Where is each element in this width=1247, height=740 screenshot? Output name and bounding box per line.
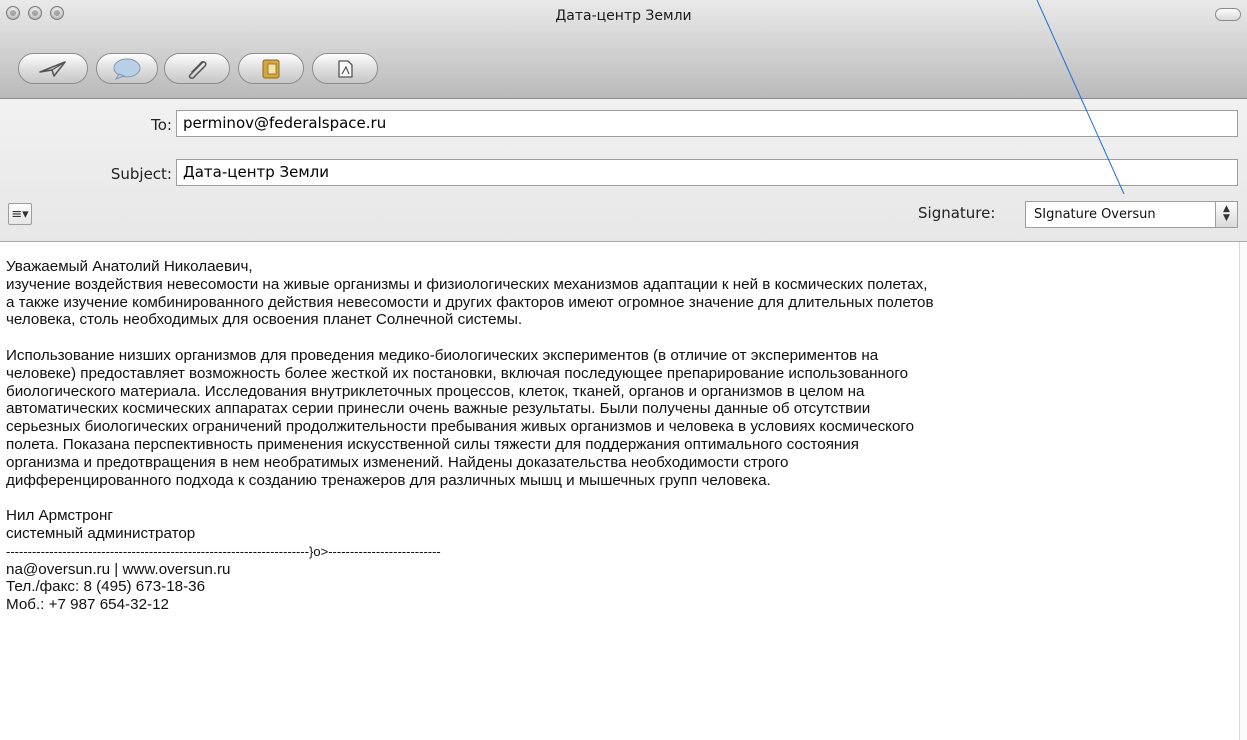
sender-role: системный администратор <box>6 524 196 542</box>
toolbar-toggle-button[interactable] <box>1215 8 1241 21</box>
address-book-icon <box>259 58 283 80</box>
photo-browser-icon <box>333 58 357 80</box>
to-label: To: <box>151 116 172 134</box>
title-bar: Дата-центр Земли <box>0 0 1247 99</box>
signature-mobile: Моб.: +7 987 654-32-12 <box>6 596 169 614</box>
attach-button[interactable] <box>164 53 230 84</box>
photo-browser-button[interactable] <box>312 53 378 84</box>
signature-phone: Тел./факс: 8 (495) 673-18-36 <box>6 578 206 596</box>
signature-select-value: SIgnature Oversun <box>1034 207 1156 222</box>
paperclip-icon <box>182 58 212 80</box>
greeting: Уважаемый Анатолий Николаевич, <box>6 258 253 275</box>
chat-bubble-icon <box>111 58 143 80</box>
signature-select[interactable]: SIgnature Oversun ▲ ▼ <box>1025 201 1238 228</box>
window-title: Дата-центр Земли <box>555 8 692 24</box>
message-body[interactable]: Уважаемый Анатолий Николаевич, изучение … <box>0 242 1247 740</box>
stepper-arrows-icon: ▲ ▼ <box>1215 202 1237 227</box>
send-icon <box>36 59 70 79</box>
subject-label: Subject: <box>110 165 172 183</box>
body-paragraph-1: изучение воздействия невесомости на живы… <box>6 275 934 329</box>
sender-name: Нил Армстронг <box>6 507 113 525</box>
to-field[interactable]: perminov@federalspace.ru <box>176 110 1238 137</box>
signature-divider: ----------------------------------------… <box>6 543 441 559</box>
scrollbar-track[interactable] <box>1239 242 1247 740</box>
mail-compose-window: Дата-центр Земли To: perminov@federalspa… <box>0 0 1247 740</box>
address-book-button[interactable] <box>238 53 304 84</box>
signature-label: Signature: <box>918 204 996 222</box>
chat-button[interactable] <box>96 53 158 84</box>
subject-field[interactable]: Дата-центр Земли <box>176 159 1238 186</box>
body-paragraph-2: Использование низших организмов для пров… <box>6 346 915 489</box>
send-button[interactable] <box>18 53 88 84</box>
message-headers: To: perminov@federalspace.ru Subject: Да… <box>0 99 1247 242</box>
signature-contacts: na@oversun.ru | www.oversun.ru <box>6 560 231 578</box>
format-menu-button[interactable]: ≡▾ <box>8 203 32 225</box>
